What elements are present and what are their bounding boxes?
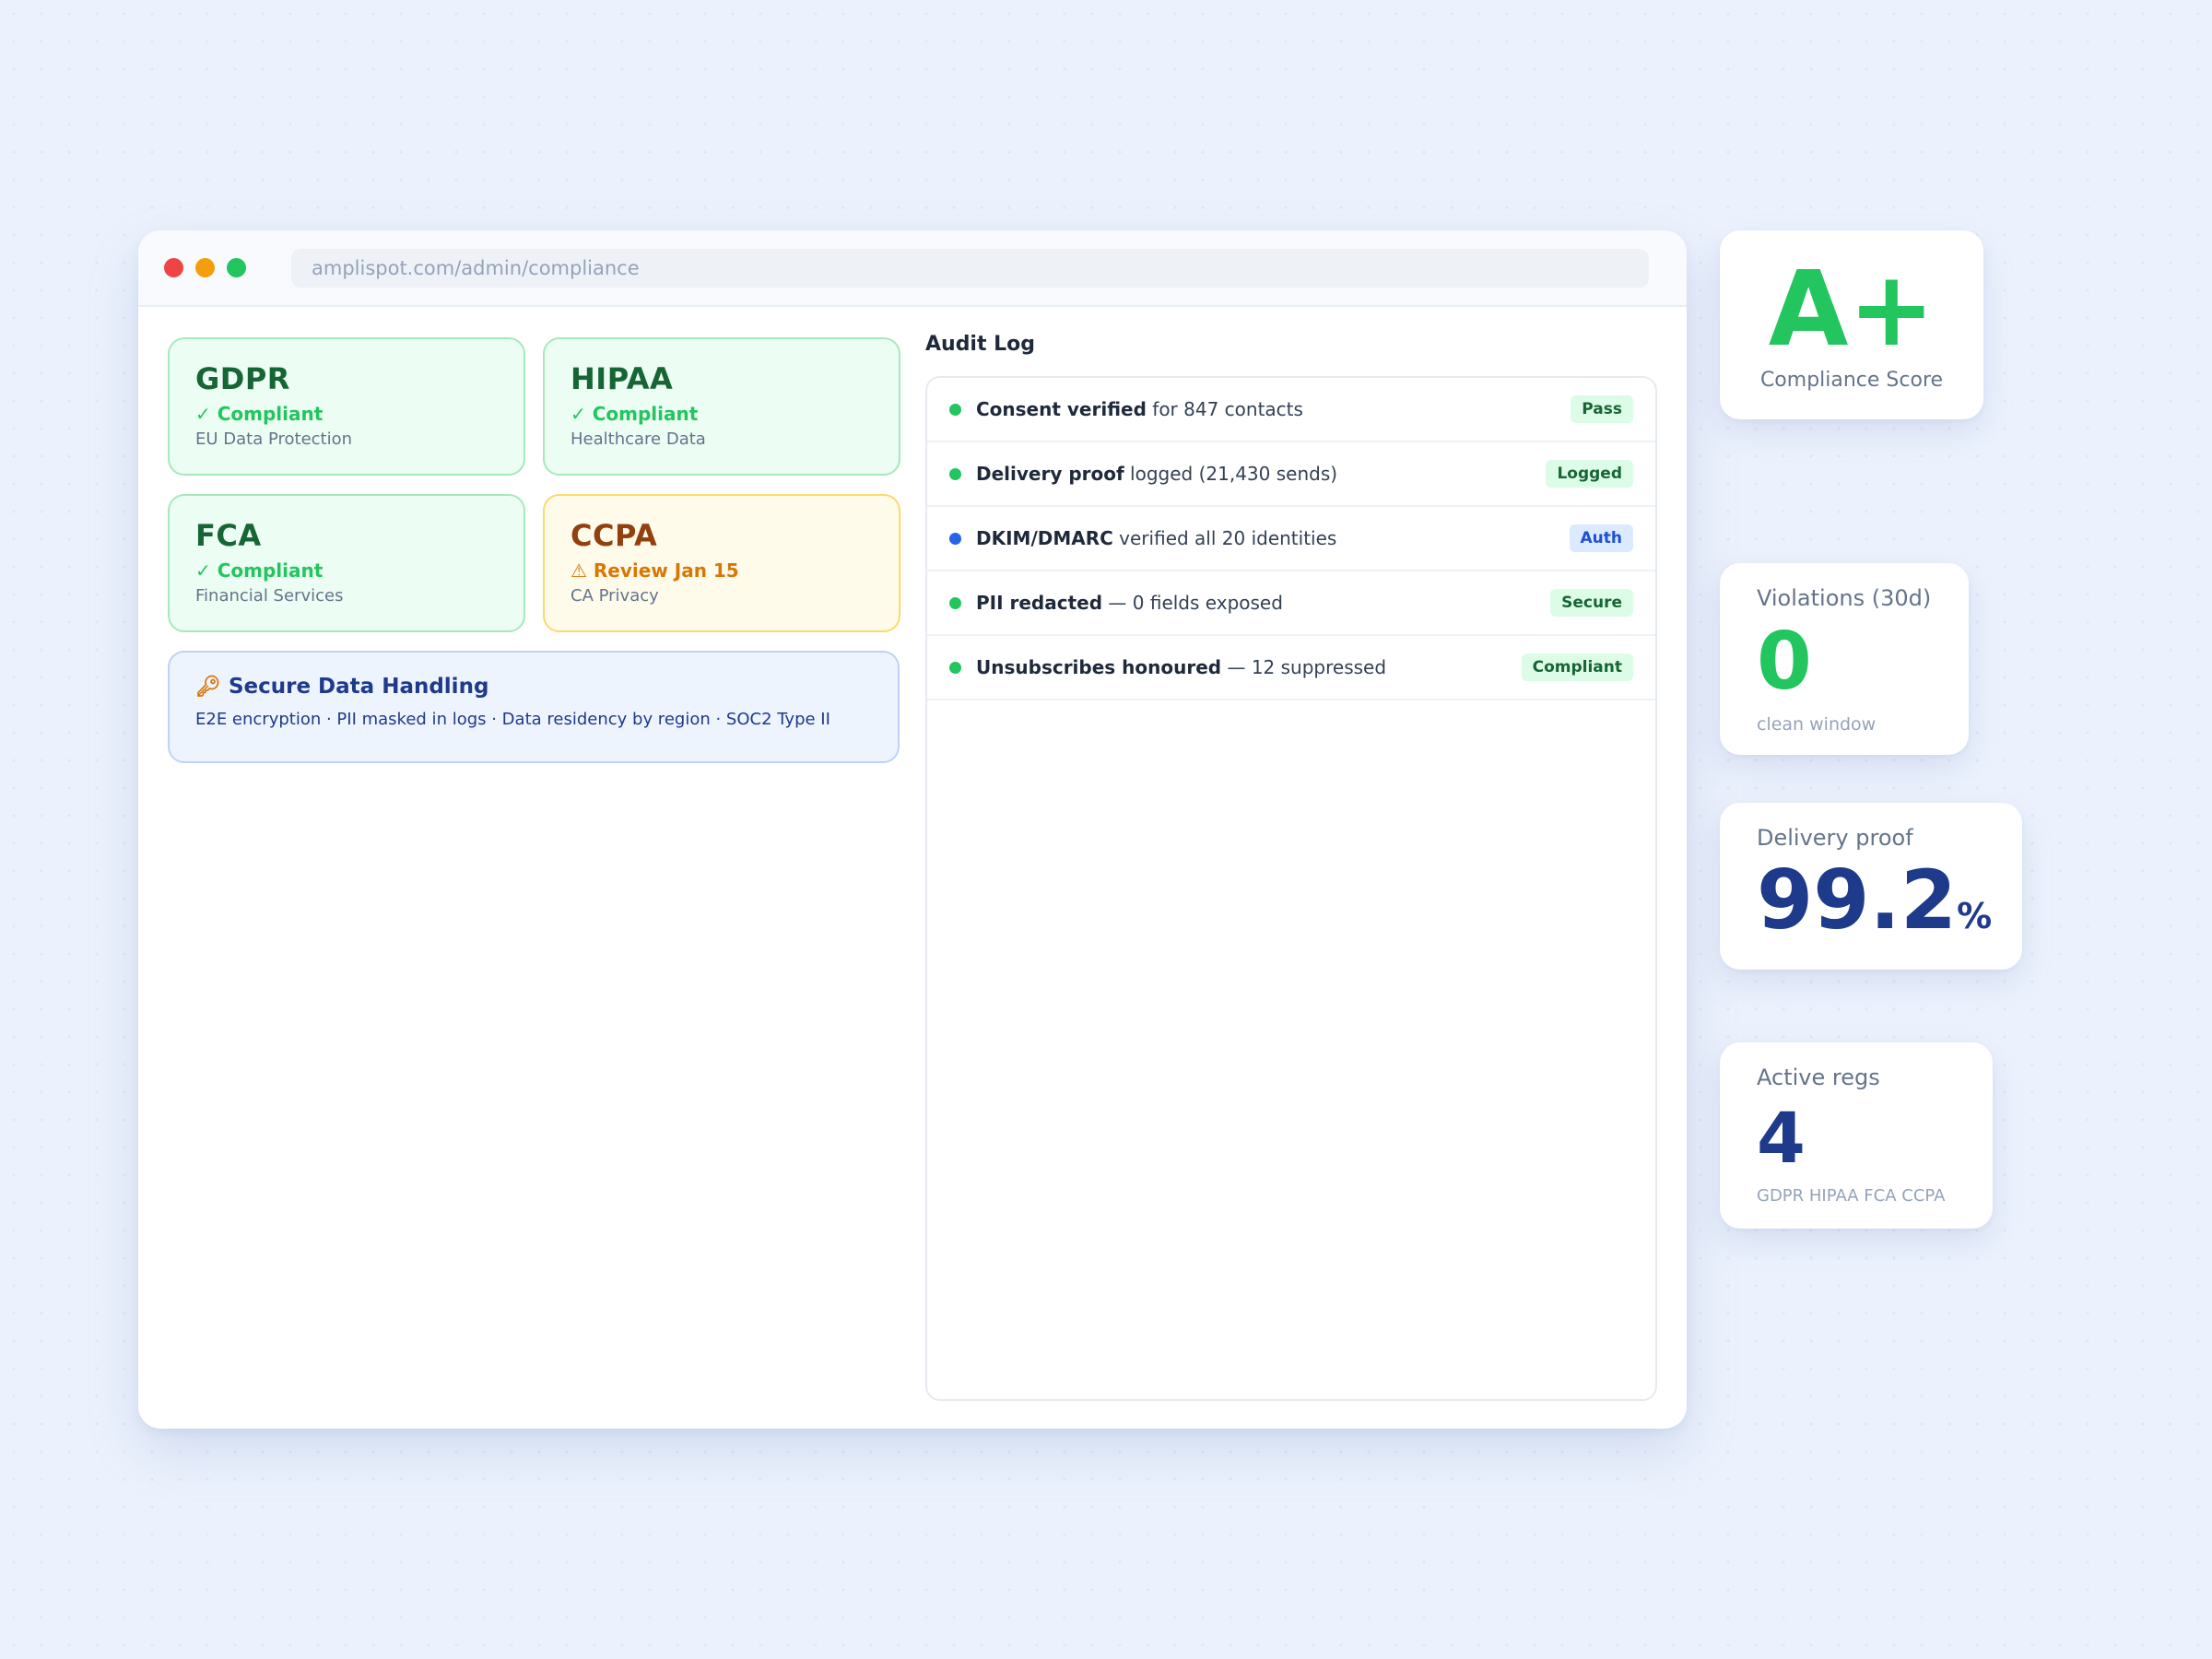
audit-log-entry[interactable]: Delivery proof logged (21,430 sends) Log… <box>927 442 1655 507</box>
status-dot-icon <box>949 403 961 416</box>
compliance-page: GDPR ✓ Compliant EU Data Protection HIPA… <box>138 307 1687 1429</box>
key-icon: 🔑︎ <box>195 675 221 699</box>
regulation-name: GDPR <box>195 361 290 396</box>
browser-toolbar: amplispot.com/admin/compliance <box>138 230 1687 307</box>
compliance-score-value: A+ <box>1768 250 1936 370</box>
regulation-name: CCPA <box>571 518 658 553</box>
audit-log-entry[interactable]: DKIM/DMARC verified all 20 identities Au… <box>927 507 1655 571</box>
violations-card: Violations (30d) 0 clean window <box>1720 563 1969 755</box>
close-window-button[interactable] <box>164 258 183 277</box>
audit-entry-detail: for 847 contacts <box>1146 398 1303 420</box>
delivery-proof-label: Delivery proof <box>1757 825 1913 851</box>
regulation-status: ⚠ Review Jan 15 <box>571 559 739 582</box>
audit-entry-title: DKIM/DMARC <box>976 527 1113 549</box>
violations-value: 0 <box>1757 616 1812 708</box>
regulation-card-hipaa[interactable]: HIPAA ✓ Compliant Healthcare Data <box>543 337 900 476</box>
audit-log-panel: Consent verified for 847 contacts Pass D… <box>925 376 1657 1401</box>
regulation-card-ccpa[interactable]: CCPA ⚠ Review Jan 15 CA Privacy <box>543 494 900 632</box>
regulation-name: HIPAA <box>571 361 674 396</box>
audit-log-entry[interactable]: Consent verified for 847 contacts Pass <box>927 378 1655 442</box>
active-regs-label: Active regs <box>1757 1065 1880 1090</box>
regulation-card-fca[interactable]: FCA ✓ Compliant Financial Services <box>168 494 525 632</box>
regulation-description: Healthcare Data <box>571 429 706 450</box>
active-regs-value: 4 <box>1757 1097 1806 1179</box>
delivery-proof-value: 99.2 <box>1757 853 1958 947</box>
status-dot-icon <box>949 661 961 674</box>
violations-subtext: clean window <box>1757 714 1877 735</box>
audit-status-badge: Compliant <box>1521 653 1633 681</box>
audit-entry-title: Unsubscribes honoured <box>976 656 1222 678</box>
audit-status-badge: Secure <box>1550 589 1633 617</box>
minimize-window-button[interactable] <box>195 258 215 277</box>
audit-status-badge: Pass <box>1571 395 1633 423</box>
audit-log-entry[interactable]: PII redacted — 0 fields exposed Secure <box>927 571 1655 636</box>
status-dot-icon <box>949 596 961 609</box>
regulation-name: FCA <box>195 518 262 553</box>
delivery-proof-unit: % <box>1957 896 1993 936</box>
compliance-score-card: A+ Compliance Score <box>1720 230 1983 419</box>
audit-entry-detail: — 12 suppressed <box>1221 656 1387 678</box>
active-regs-list: GDPR HIPAA FCA CCPA <box>1757 1186 1946 1206</box>
maximize-window-button[interactable] <box>227 258 246 277</box>
status-dot-icon <box>949 532 961 545</box>
audit-entry-detail: — 0 fields exposed <box>1102 592 1283 614</box>
regulation-description: Financial Services <box>195 586 344 606</box>
delivery-proof-card: Delivery proof 99.2% <box>1720 803 2022 970</box>
regulation-status: ✓ Compliant <box>195 559 324 582</box>
secure-data-title: Secure Data Handling <box>228 675 489 699</box>
regulation-card-gdpr[interactable]: GDPR ✓ Compliant EU Data Protection <box>168 337 525 476</box>
audit-entry-detail: logged (21,430 sends) <box>1124 463 1338 485</box>
audit-entry-title: PII redacted <box>976 592 1103 614</box>
regulation-description: EU Data Protection <box>195 429 353 450</box>
audit-status-badge: Auth <box>1569 524 1633 552</box>
audit-log-entry[interactable]: Unsubscribes honoured — 12 suppressed Co… <box>927 636 1655 700</box>
compliance-score-label: Compliance Score <box>1759 369 1944 392</box>
audit-status-badge: Logged <box>1546 460 1633 488</box>
active-regs-card: Active regs 4 GDPR HIPAA FCA CCPA <box>1720 1042 1993 1229</box>
audit-entry-title: Delivery proof <box>976 463 1124 485</box>
audit-entry-detail: verified all 20 identities <box>1112 527 1337 549</box>
audit-log-title: Audit Log <box>925 333 1036 356</box>
regulation-description: CA Privacy <box>571 586 659 606</box>
regulation-status: ✓ Compliant <box>571 403 699 426</box>
status-dot-icon <box>949 467 961 480</box>
regulation-status: ✓ Compliant <box>195 403 324 426</box>
browser-window: amplispot.com/admin/compliance GDPR ✓ Co… <box>138 230 1687 1429</box>
address-bar[interactable]: amplispot.com/admin/compliance <box>291 248 1649 288</box>
violations-label: Violations (30d) <box>1757 585 1932 611</box>
audit-entry-title: Consent verified <box>976 398 1147 420</box>
secure-data-text: E2E encryption · PII masked in logs · Da… <box>195 710 830 729</box>
secure-data-handling-card: 🔑︎ Secure Data Handling E2E encryption ·… <box>168 651 900 763</box>
